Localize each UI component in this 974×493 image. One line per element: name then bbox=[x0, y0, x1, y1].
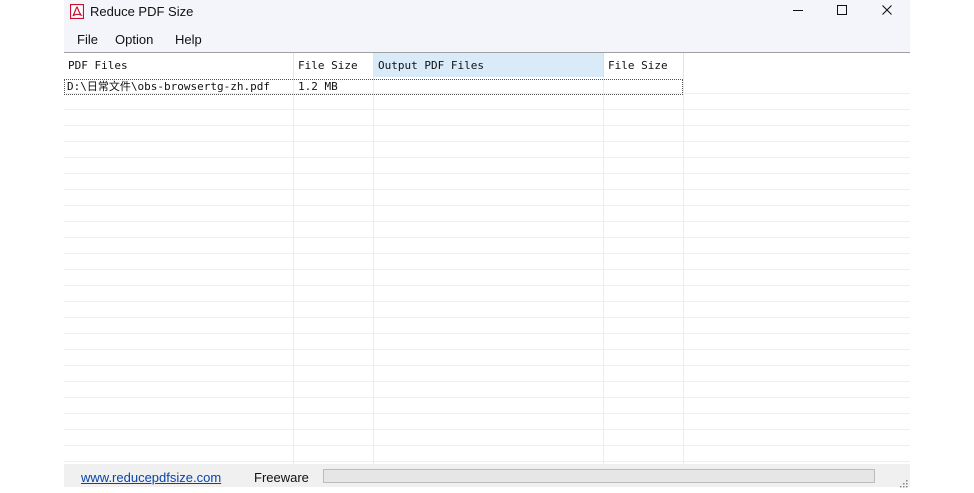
minimize-button[interactable] bbox=[775, 0, 821, 24]
progress-bar bbox=[323, 469, 875, 483]
maximize-icon bbox=[836, 3, 848, 21]
list-rows: D:\日常文件\obs-browsertg-zh.pdf 1.2 MB bbox=[64, 77, 910, 464]
maximize-button[interactable] bbox=[819, 0, 865, 24]
cell-output-file bbox=[374, 79, 604, 95]
table-row[interactable]: D:\日常文件\obs-browsertg-zh.pdf 1.2 MB bbox=[64, 79, 683, 95]
menu-option[interactable]: Option bbox=[115, 32, 153, 47]
website-link[interactable]: www.reducepdfsize.com bbox=[81, 470, 221, 485]
list-header: PDF Files File Size Output PDF Files Fil… bbox=[64, 53, 910, 77]
column-header-output-pdf-files[interactable]: Output PDF Files bbox=[374, 53, 604, 77]
close-icon bbox=[881, 3, 893, 21]
column-header-output-file-size[interactable]: File Size bbox=[604, 53, 684, 77]
window-title: Reduce PDF Size bbox=[90, 4, 194, 19]
menu-file[interactable]: File bbox=[77, 32, 98, 47]
title-bar[interactable]: Reduce PDF Size bbox=[64, 0, 910, 26]
pdf-file-list[interactable]: PDF Files File Size Output PDF Files Fil… bbox=[64, 53, 910, 464]
cell-pdf-file: D:\日常文件\obs-browsertg-zh.pdf bbox=[67, 80, 270, 93]
license-label: Freeware bbox=[254, 470, 309, 485]
cell-output-size bbox=[604, 79, 684, 95]
menu-bar: File Option Help bbox=[64, 26, 910, 53]
menu-help[interactable]: Help bbox=[175, 32, 202, 47]
minimize-icon bbox=[792, 3, 804, 21]
close-button[interactable] bbox=[864, 0, 910, 24]
column-header-file-size[interactable]: File Size bbox=[294, 53, 374, 77]
column-header-pdf-files[interactable]: PDF Files bbox=[64, 53, 294, 77]
resize-grip-icon[interactable] bbox=[898, 475, 908, 488]
cell-file-size: 1.2 MB bbox=[298, 80, 338, 93]
status-bar: www.reducepdfsize.com Freeware bbox=[64, 464, 910, 488]
pdf-app-icon bbox=[69, 3, 85, 20]
app-window: Reduce PDF Size File Option Help PDF Fil… bbox=[64, 0, 910, 488]
